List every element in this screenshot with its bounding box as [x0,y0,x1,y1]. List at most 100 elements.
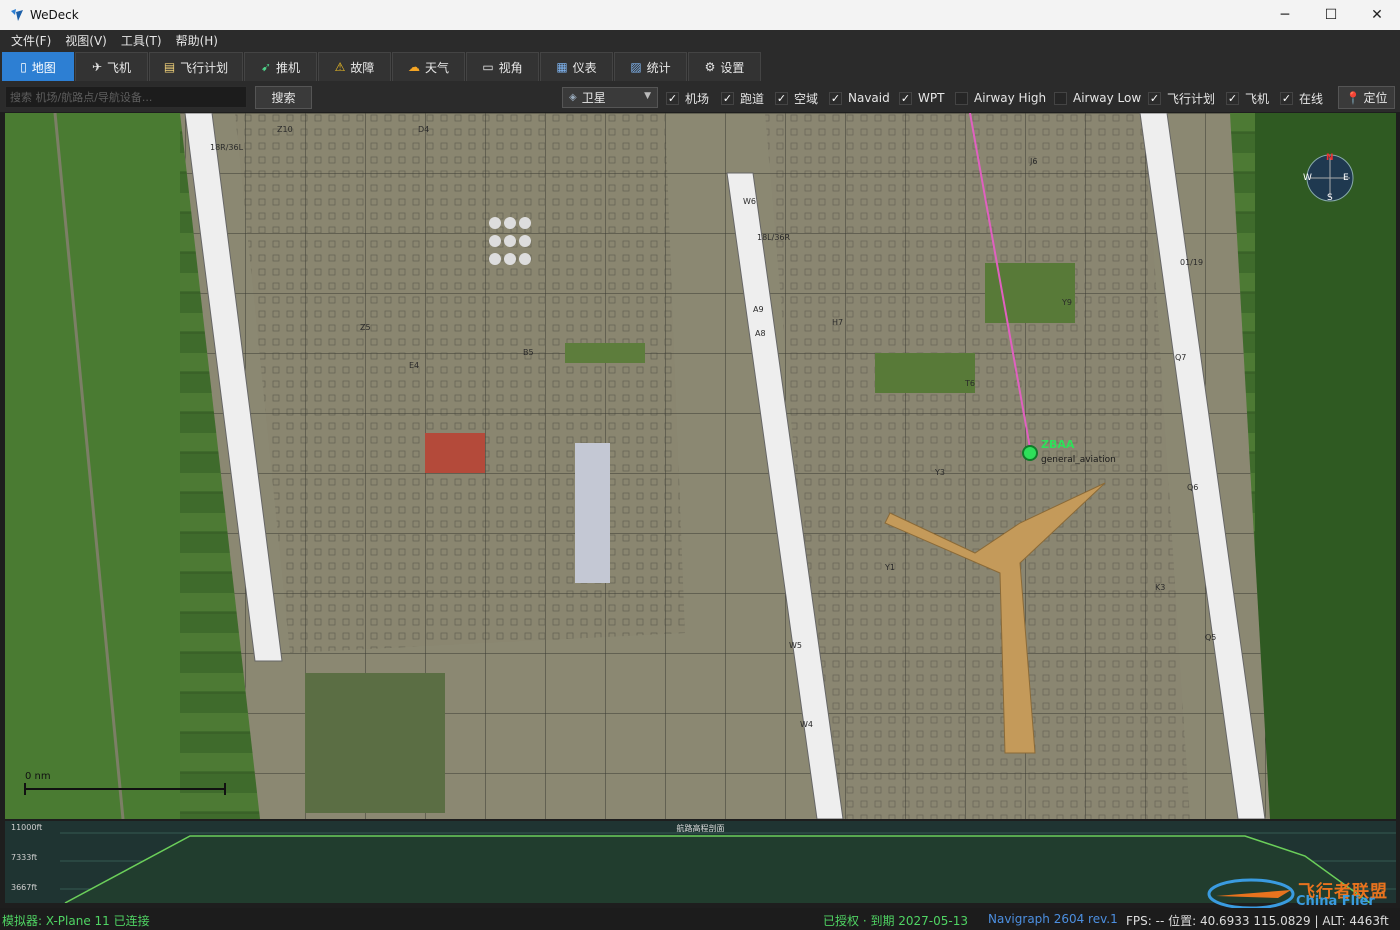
search-button[interactable]: 搜索 [255,86,312,109]
taxiway-label: Y9 [1062,298,1072,307]
license-status: 已授权 · 到期 2027-05-13 [823,914,968,928]
airport-marker-icon[interactable] [1022,445,1038,461]
search-input[interactable] [5,86,247,108]
toggle-airports[interactable]: ✓ 机场 [666,90,709,106]
menu-view[interactable]: 视图(V) [58,32,114,49]
tab-flight-plan[interactable]: ▤ 飞行计划 [149,52,243,81]
status-bar: 模拟器: X-Plane 11 已连接 已授权 · 到期 2027-05-13 … [0,908,1400,930]
taxiway-label: T6 [965,379,975,388]
simulator-status: 模拟器: X-Plane 11 已连接 [2,914,150,928]
plane-icon: ✈ [91,60,103,74]
weather-icon: ☁ [407,60,420,74]
taxiway-label: Y1 [885,563,895,572]
taxiway-label: Z5 [360,323,371,332]
map-view[interactable]: 18R/36L 18L/36R 01/19 Z10 D4 Z5 Y3 Y1 W6… [5,113,1396,819]
tab-pushback[interactable]: ➹ 推机 [244,52,317,81]
locate-button[interactable]: 📍 定位 [1338,86,1395,109]
taxiway-label: Z10 [277,125,293,134]
taxiway-label: W4 [800,720,813,729]
tab-instruments[interactable]: ▦ 仪表 [540,52,613,81]
map-layer-value: 卫星 [581,91,606,105]
checkbox-unchecked-icon [1054,91,1067,105]
warning-icon: ⚠ [334,60,346,74]
satellite-map[interactable] [5,113,1396,819]
taxiway-label: W6 [743,197,756,206]
tab-failures[interactable]: ⚠ 故障 [318,52,391,81]
navdata-version: Navigraph 2604 rev.1 [988,912,1118,926]
airport-ident[interactable]: ZBAA [1041,438,1074,451]
elevation-profile: 航路高程剖面 11000ft 7333ft 3667ft [5,821,1396,903]
tab-statistics[interactable]: ▨ 统计 [614,52,687,81]
close-button[interactable]: ✕ [1354,0,1400,30]
toggle-navaid[interactable]: ✓ Navaid [829,90,890,106]
flight-plan-icon: ▤ [163,60,176,74]
grass-patch [565,343,645,363]
terminal-1-roof [425,433,485,473]
west-fields [5,113,180,819]
taxiway-label: Q6 [1187,483,1199,492]
menu-file[interactable]: 文件(F) [4,32,58,49]
toggle-airway-low[interactable]: Airway Low [1054,90,1141,106]
tab-camera-view[interactable]: ▭ 视角 [466,52,539,81]
taxiway-label: K3 [1155,583,1166,592]
runway-label: 18L/36R [757,233,791,242]
profile-chart [60,832,1396,903]
title-bar: WeDeck ─ ☐ ✕ [0,0,1400,30]
taxiway-label: Q7 [1175,353,1187,362]
checkbox-unchecked-icon [955,91,968,105]
chevron-down-icon: ▼ [644,91,651,101]
taxiway-label: J6 [1030,157,1038,166]
camera-view-icon: ▭ [482,60,494,74]
toggle-wpt[interactable]: ✓ WPT [899,90,944,106]
menu-help[interactable]: 帮助(H) [169,32,225,49]
toggle-online[interactable]: ✓ 在线 [1280,90,1323,106]
tab-weather[interactable]: ☁ 天气 [392,52,465,81]
compass-north: N [1326,153,1334,163]
checkbox-checked-icon: ✓ [721,91,734,105]
toggle-flight-plan[interactable]: ✓ 飞行计划 [1148,90,1215,106]
taxiway-label: A8 [755,329,766,338]
telemetry-readout: FPS: -- 位置: 40.6933 115.0829 | ALT: 4463… [1126,914,1389,928]
taxiway-label: W5 [789,641,802,650]
watermark-en: China Flier [1296,894,1375,909]
menu-bar: 文件(F) 视图(V) 工具(T) 帮助(H) [0,30,1400,51]
toggle-airway-high[interactable]: Airway High [955,90,1046,106]
toggle-runways[interactable]: ✓ 跑道 [721,90,764,106]
profile-area [65,836,1370,903]
checkbox-checked-icon: ✓ [1226,91,1239,105]
satellite-icon: ◈ [569,92,577,103]
gear-icon: ⚙ [704,60,716,74]
minimize-button[interactable]: ─ [1262,0,1308,30]
taxiway-label: B5 [523,348,534,357]
tab-settings[interactable]: ⚙ 设置 [688,52,761,81]
tab-map[interactable]: ▯ 地图 [2,52,74,81]
east-forest [1255,113,1396,819]
tab-bar: ▯ 地图 ✈ 飞机 ▤ 飞行计划 ➹ 推机 ⚠ 故障 ☁ 天气 ▭ 视角 ▦ 仪表 ▨ 统计 ⚙ 设… [0,51,1400,82]
tab-aircraft[interactable]: ✈ 飞机 [75,52,148,81]
grass-patch [875,353,975,393]
toggle-airspace[interactable]: ✓ 空域 [775,90,818,106]
checkbox-checked-icon: ✓ [1148,91,1161,105]
checkbox-checked-icon: ✓ [829,91,842,105]
toggle-aircraft[interactable]: ✓ 飞机 [1226,90,1269,106]
maximize-button[interactable]: ☐ [1308,0,1354,30]
menu-tools[interactable]: 工具(T) [114,32,169,49]
taxiway-label: D4 [418,125,430,134]
map-toolbar: 搜索 ◈ 卫星 ▼ ✓机场 ✓跑道 ✓空域 ✓Navaid ✓WPT Airwa… [0,82,1400,112]
runway-label: 18R/36L [210,143,244,152]
checkbox-checked-icon: ✓ [899,91,912,105]
checkbox-checked-icon: ✓ [775,91,788,105]
scale-label: 0 nm [25,771,51,782]
taxiway-label: H7 [832,318,844,327]
taxiway-label: Y3 [935,468,945,477]
window-title: WeDeck [30,8,79,22]
pushback-icon: ➹ [260,60,272,74]
compass-south: S [1327,193,1333,203]
taxiway-label: Q5 [1205,633,1217,642]
map-layer-select[interactable]: ◈ 卫星 ▼ [562,87,658,108]
runway-label: 01/19 [1180,258,1204,267]
stats-icon: ▨ [630,60,642,74]
airport-type: general_aviation [1041,455,1116,465]
instrument-icon: ▦ [556,60,568,74]
taxiway-label: A9 [753,305,764,314]
